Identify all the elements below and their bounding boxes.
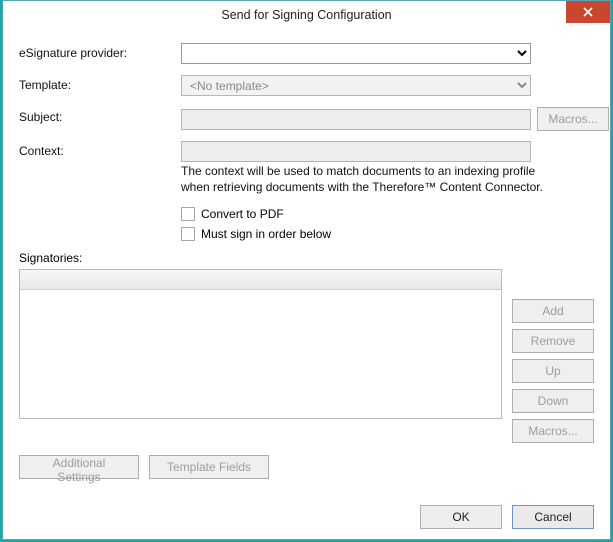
context-help-text: The context will be used to match docume…	[181, 163, 551, 195]
row-provider: eSignature provider:	[19, 43, 594, 65]
signatories-list[interactable]	[19, 269, 502, 419]
dialog-window: Send for Signing Configuration eSignatur…	[2, 0, 611, 540]
signatories-list-header	[20, 270, 501, 290]
close-icon	[583, 4, 593, 18]
label-template: Template:	[19, 75, 181, 92]
additional-settings-button[interactable]: Additional Settings	[19, 455, 139, 479]
convert-pdf-label: Convert to PDF	[201, 207, 284, 221]
sign-order-label: Must sign in order below	[201, 227, 331, 241]
subject-macros-button[interactable]: Macros...	[537, 107, 609, 131]
up-button[interactable]: Up	[512, 359, 594, 383]
bottom-button-row: Additional Settings Template Fields	[19, 455, 594, 479]
signatories-side-buttons: Add Remove Up Down Macros...	[512, 269, 594, 443]
convert-pdf-checkbox[interactable]	[181, 207, 195, 221]
signatory-macros-button[interactable]: Macros...	[512, 419, 594, 443]
row-context: Context:	[19, 141, 594, 163]
window-title: Send for Signing Configuration	[3, 1, 610, 29]
template-fields-button[interactable]: Template Fields	[149, 455, 269, 479]
subject-input[interactable]	[181, 109, 531, 130]
template-select[interactable]: <No template>	[181, 75, 531, 96]
context-input[interactable]	[181, 141, 531, 162]
sign-order-checkbox[interactable]	[181, 227, 195, 241]
down-button[interactable]: Down	[512, 389, 594, 413]
label-provider: eSignature provider:	[19, 43, 181, 60]
row-subject: Subject: Macros...	[19, 107, 594, 131]
add-button[interactable]: Add	[512, 299, 594, 323]
remove-button[interactable]: Remove	[512, 329, 594, 353]
label-subject: Subject:	[19, 107, 181, 124]
titlebar: Send for Signing Configuration	[3, 1, 610, 29]
label-context: Context:	[19, 141, 181, 158]
provider-select[interactable]	[181, 43, 531, 64]
row-template: Template: <No template>	[19, 75, 594, 97]
row-sign-order: Must sign in order below	[181, 227, 594, 241]
close-button[interactable]	[566, 1, 610, 23]
row-convert-pdf: Convert to PDF	[181, 207, 594, 221]
cancel-button[interactable]: Cancel	[512, 505, 594, 529]
signatories-block: Signatories: Add Remove Up Down Macros..…	[19, 251, 594, 443]
client-area: eSignature provider: Template: <No templ…	[3, 29, 610, 539]
dialog-footer: OK Cancel	[420, 505, 594, 529]
ok-button[interactable]: OK	[420, 505, 502, 529]
label-signatories: Signatories:	[19, 251, 594, 265]
